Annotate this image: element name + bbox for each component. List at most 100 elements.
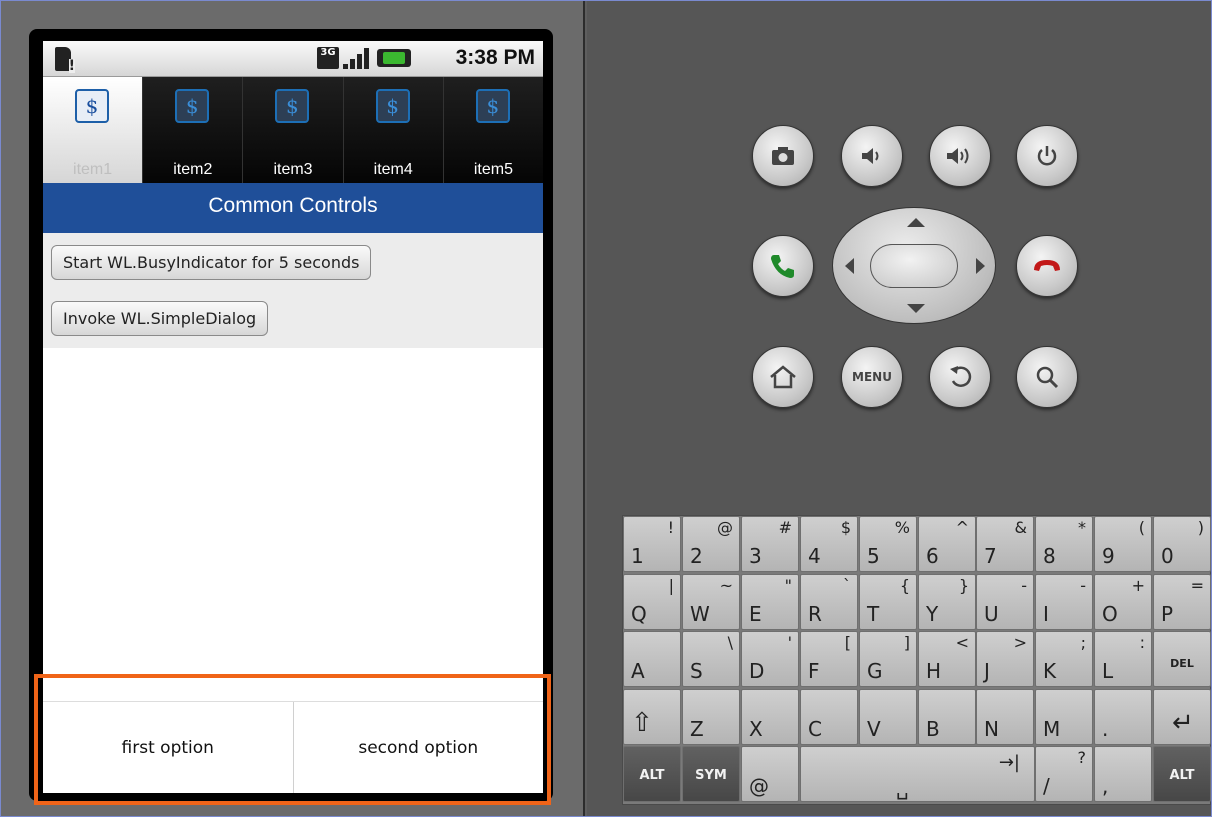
dpad-left-icon[interactable]	[845, 258, 854, 274]
keyenter-[interactable]: ↵	[1153, 689, 1211, 745]
key-8[interactable]: 8 *	[1035, 516, 1093, 572]
keyshift-[interactable]: ⇧	[623, 689, 681, 745]
key-s[interactable]: S \	[682, 631, 740, 687]
key-label: ↵	[1172, 708, 1194, 738]
key-r[interactable]: R `	[800, 574, 858, 630]
camera-icon	[772, 147, 794, 165]
key-7[interactable]: 7 &	[976, 516, 1034, 572]
tab-item2[interactable]: $ item2	[143, 77, 244, 183]
key-label: .	[1102, 717, 1109, 741]
key-label: 2	[690, 544, 703, 568]
keyspace-[interactable]: ␣ →|	[800, 746, 1035, 802]
start-busy-indicator-button[interactable]: Start WL.BusyIndicator for 5 seconds	[51, 245, 372, 280]
key-i[interactable]: I-	[1035, 574, 1093, 630]
key-d[interactable]: D '	[741, 631, 799, 687]
key-w[interactable]: W ~	[682, 574, 740, 630]
tab-item1[interactable]: $ item1	[43, 77, 144, 183]
key-4[interactable]: 4 $	[800, 516, 858, 572]
end-call-button[interactable]	[1016, 235, 1078, 297]
dpad-right-icon[interactable]	[976, 258, 985, 274]
key-u[interactable]: U-	[976, 574, 1034, 630]
key-label: B	[926, 717, 940, 741]
key-f[interactable]: F[	[800, 631, 858, 687]
tab-item4[interactable]: $ item4	[343, 77, 444, 183]
dpad-center-button[interactable]	[870, 244, 958, 288]
key-k[interactable]: K;	[1035, 631, 1093, 687]
tab-item3[interactable]: $ item3	[243, 77, 344, 183]
key-alt-label: →|	[998, 752, 1020, 773]
key-h[interactable]: H <	[918, 631, 976, 687]
key-c[interactable]: C	[800, 689, 858, 745]
key-label: 6	[926, 544, 939, 568]
key-3[interactable]: 3 #	[741, 516, 799, 572]
status-bar: 3G 3:38 PM	[43, 41, 543, 77]
key-[interactable]: /?	[1035, 746, 1093, 802]
key-label: 7	[984, 544, 997, 568]
key-label: I	[1043, 602, 1049, 626]
keydel-del[interactable]: DEL	[1153, 631, 1211, 687]
menu-button[interactable]: MENU	[841, 346, 903, 408]
key-0[interactable]: 0)	[1153, 516, 1211, 572]
key-m[interactable]: M	[1035, 689, 1093, 745]
dpad-down-icon[interactable]	[907, 304, 925, 313]
key-alt-label: >	[1013, 633, 1027, 652]
key-[interactable]: @	[741, 746, 799, 802]
key-label: Y	[926, 602, 939, 626]
volume-up-button[interactable]	[929, 125, 991, 187]
key-label: SYM	[695, 768, 727, 783]
key-j[interactable]: J >	[976, 631, 1034, 687]
call-button[interactable]	[752, 235, 814, 297]
dollar-icon: $	[375, 89, 410, 123]
call-icon	[771, 255, 794, 278]
controls-area: Start WL.BusyIndicator for 5 seconds Inv…	[43, 233, 543, 348]
power-button[interactable]	[1016, 125, 1078, 187]
key-n[interactable]: N	[976, 689, 1034, 745]
keydark-sym[interactable]: SYM	[682, 746, 740, 802]
key-[interactable]: .	[1094, 689, 1152, 745]
key-alt-label: @	[717, 518, 733, 537]
key-2[interactable]: 2 @	[682, 516, 740, 572]
tab-label: item2	[173, 161, 213, 178]
search-button[interactable]	[1016, 346, 1078, 408]
key-1[interactable]: 1!	[623, 516, 681, 572]
key-v[interactable]: V	[859, 689, 917, 745]
key-l[interactable]: L:	[1094, 631, 1152, 687]
key-b[interactable]: B	[918, 689, 976, 745]
key-6[interactable]: 6 ^	[918, 516, 976, 572]
key-p[interactable]: P =	[1153, 574, 1211, 630]
volume-down-button[interactable]	[841, 125, 903, 187]
camera-button[interactable]	[752, 125, 814, 187]
key-label: P	[1161, 602, 1174, 626]
key-q[interactable]: Q |	[623, 574, 681, 630]
key-y[interactable]: Y}	[918, 574, 976, 630]
key-g[interactable]: G]	[859, 631, 917, 687]
key-label: 0	[1161, 544, 1174, 568]
key-a[interactable]: A	[623, 631, 681, 687]
tab-item5[interactable]: $ item5	[443, 77, 543, 183]
key-alt-label: `	[843, 576, 851, 595]
dpad[interactable]	[832, 207, 996, 324]
home-button[interactable]	[752, 346, 814, 408]
key-t[interactable]: T{	[859, 574, 917, 630]
key-o[interactable]: O +	[1094, 574, 1152, 630]
keydark-alt[interactable]: ALT	[1153, 746, 1211, 802]
key-9[interactable]: 9(	[1094, 516, 1152, 572]
dpad-up-icon[interactable]	[907, 218, 925, 227]
dollar-icon: $	[75, 89, 109, 123]
end-call-icon	[1034, 260, 1060, 271]
key-label: ⇧	[631, 708, 653, 738]
invoke-simple-dialog-button[interactable]: Invoke WL.SimpleDialog	[51, 301, 269, 336]
keydark-alt[interactable]: ALT	[623, 746, 681, 802]
back-button[interactable]	[929, 346, 991, 408]
key-[interactable]: ,	[1094, 746, 1152, 802]
key-5[interactable]: 5%	[859, 516, 917, 572]
key-label: T	[867, 602, 880, 626]
key-z[interactable]: Z	[682, 689, 740, 745]
key-label: G	[867, 659, 883, 683]
options-menu-highlight	[34, 674, 551, 805]
key-alt-label: -	[1021, 576, 1027, 595]
key-label: /	[1043, 774, 1050, 798]
key-x[interactable]: X	[741, 689, 799, 745]
key-label: M	[1043, 717, 1061, 741]
key-e[interactable]: E "	[741, 574, 799, 630]
